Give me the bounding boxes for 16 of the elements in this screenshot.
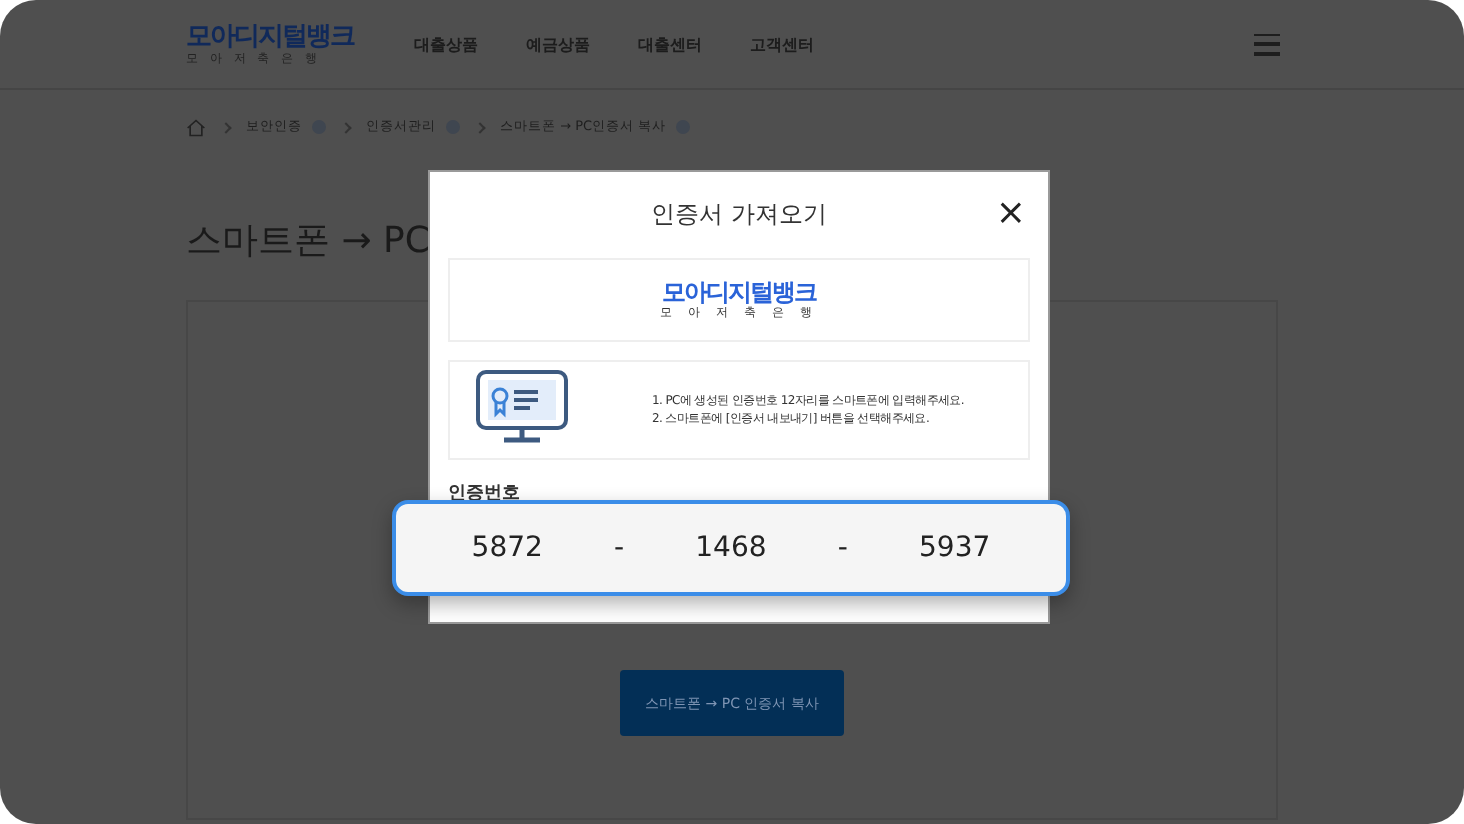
chevron-icon [474,121,486,133]
chevron-icon [220,121,232,133]
logo-text[interactable]: 모아디지털뱅크 [186,21,354,51]
separator-text: - [614,532,625,564]
code-field[interactable]: 5872 - 1468 - 5937 [392,500,1070,596]
modal-title: 인증서 가져오기 [651,198,827,232]
logo-text: 모아디지털뱅크 [662,278,816,306]
chevron-icon [340,121,352,133]
home-icon[interactable] [186,117,206,137]
code-text: 1468 [695,532,767,564]
field-label: 인증번호 [448,482,522,506]
close-button[interactable]: × [995,196,1026,232]
separator-text: - [837,532,848,564]
code-text: 5872 [471,532,543,564]
menu-icon[interactable] [1254,33,1280,55]
code-text: 5937 [919,532,991,564]
